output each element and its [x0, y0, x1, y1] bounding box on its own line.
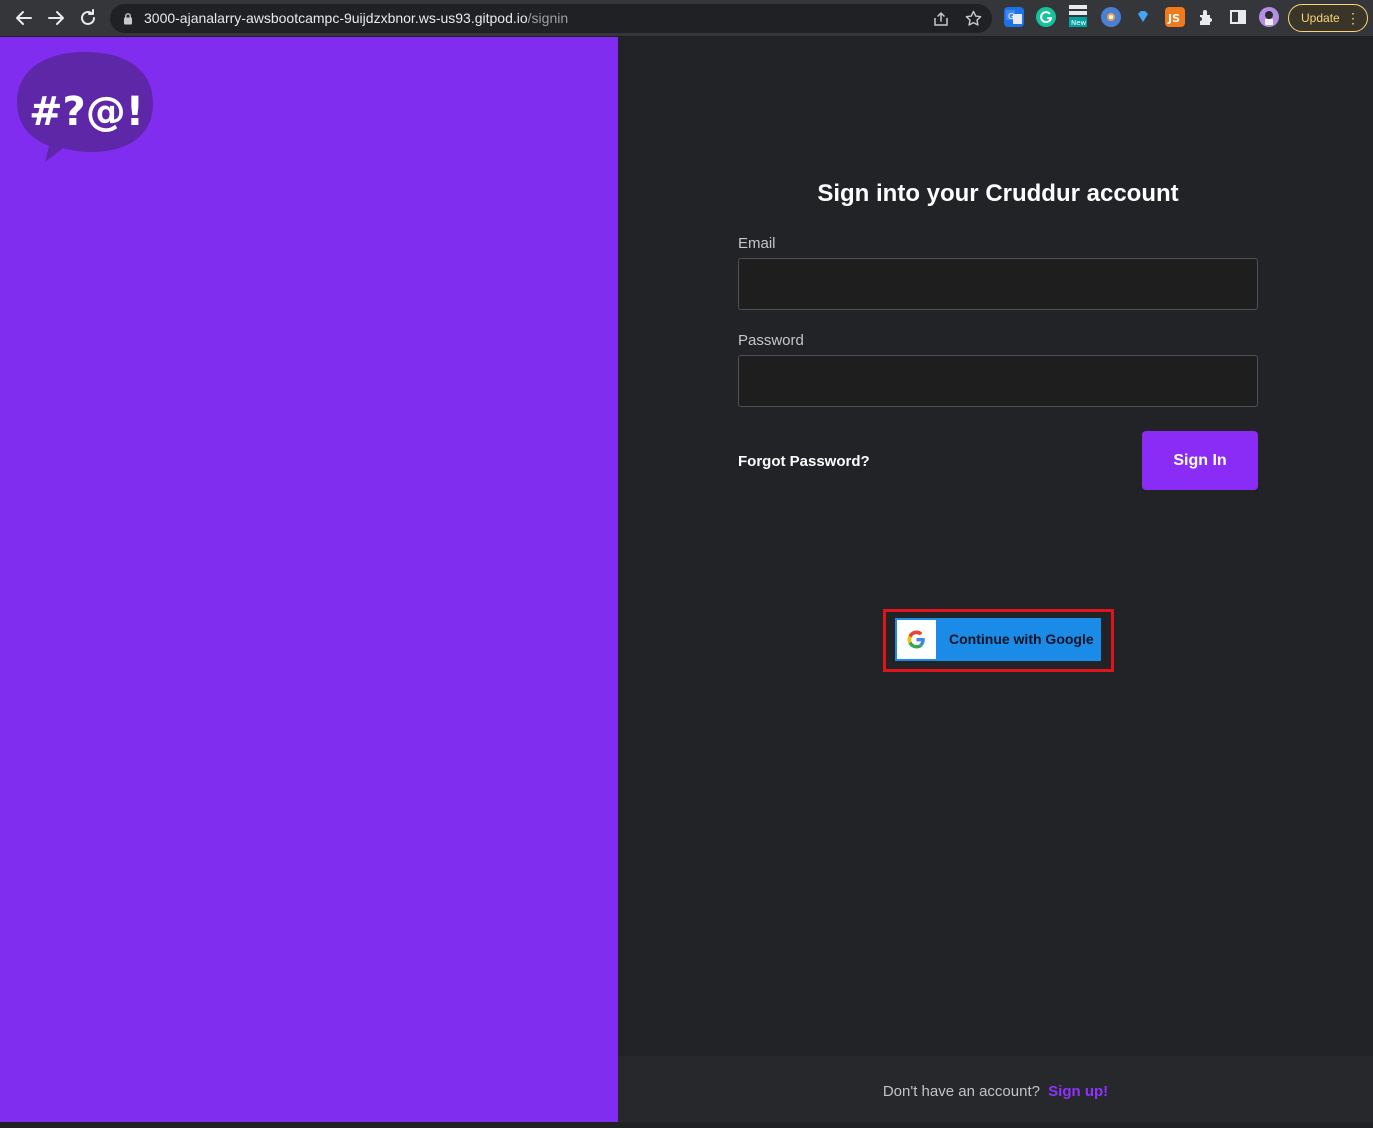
signup-footer: Don't have an account? Sign up! — [618, 1056, 1373, 1122]
url-text[interactable]: 3000-ajanalarry-awsbootcampc-9uijdzxbnor… — [144, 10, 568, 26]
forward-arrow-icon[interactable] — [44, 6, 68, 30]
new-extension-icon[interactable]: New — [1067, 5, 1087, 27]
address-bar[interactable]: 3000-ajanalarry-awsbootcampc-9uijdzxbnor… — [110, 4, 992, 33]
back-arrow-icon[interactable] — [12, 6, 36, 30]
update-label: Update — [1301, 11, 1340, 25]
js-extension-icon[interactable]: JS — [1165, 7, 1185, 27]
puzzle-extensions-icon[interactable] — [1196, 7, 1216, 27]
cruddur-logo[interactable]: #?@! — [15, 48, 155, 166]
diamond-extension-icon[interactable] — [1133, 7, 1153, 27]
url-path: /signin — [527, 10, 569, 26]
email-field[interactable] — [738, 258, 1258, 310]
lock-icon[interactable] — [122, 12, 134, 25]
google-button-label: Continue with Google — [949, 631, 1094, 647]
url-host: 3000-ajanalarry-awsbootcampc-9uijdzxbnor… — [144, 10, 528, 26]
colorful-extension-icon[interactable] — [1101, 7, 1121, 27]
browser-toolbar: 3000-ajanalarry-awsbootcampc-9uijdzxbnor… — [0, 0, 1373, 37]
password-field[interactable] — [738, 355, 1258, 407]
share-icon[interactable] — [932, 10, 950, 28]
update-button[interactable]: Update ⋮ — [1288, 4, 1368, 32]
side-panel-icon[interactable] — [1228, 7, 1248, 27]
signup-prompt: Don't have an account? — [882, 1083, 1040, 1100]
google-logo-icon — [897, 620, 936, 659]
svg-text:G: G — [1008, 12, 1014, 21]
signin-panel: Sign into your Cruddur account Email Pas… — [618, 37, 1373, 1122]
google-translate-extension-icon[interactable]: G — [1004, 7, 1024, 27]
reload-icon[interactable] — [76, 6, 100, 30]
signin-heading: Sign into your Cruddur account — [817, 180, 1179, 207]
password-label: Password — [738, 332, 804, 349]
signup-prompt-row: Don't have an account? Sign up! — [618, 1056, 1373, 1128]
email-label: Email — [738, 235, 776, 252]
grammarly-extension-icon[interactable] — [1036, 7, 1056, 27]
sign-in-button[interactable]: Sign In — [1142, 431, 1258, 490]
continue-with-google-button[interactable]: Continue with Google — [895, 618, 1101, 661]
forgot-password-link[interactable]: Forgot Password? — [738, 453, 870, 470]
new-badge-text: New — [1071, 19, 1087, 27]
more-vertical-icon[interactable]: ⋮ — [1346, 5, 1360, 31]
js-extension-label: JS — [1167, 12, 1180, 25]
logo-text: #?@! — [29, 89, 144, 135]
sign-up-link[interactable]: Sign up! — [1048, 1083, 1108, 1100]
brand-panel: #?@! — [0, 37, 618, 1122]
bookmark-star-icon[interactable] — [964, 9, 983, 28]
profile-avatar-icon[interactable] — [1259, 7, 1279, 27]
